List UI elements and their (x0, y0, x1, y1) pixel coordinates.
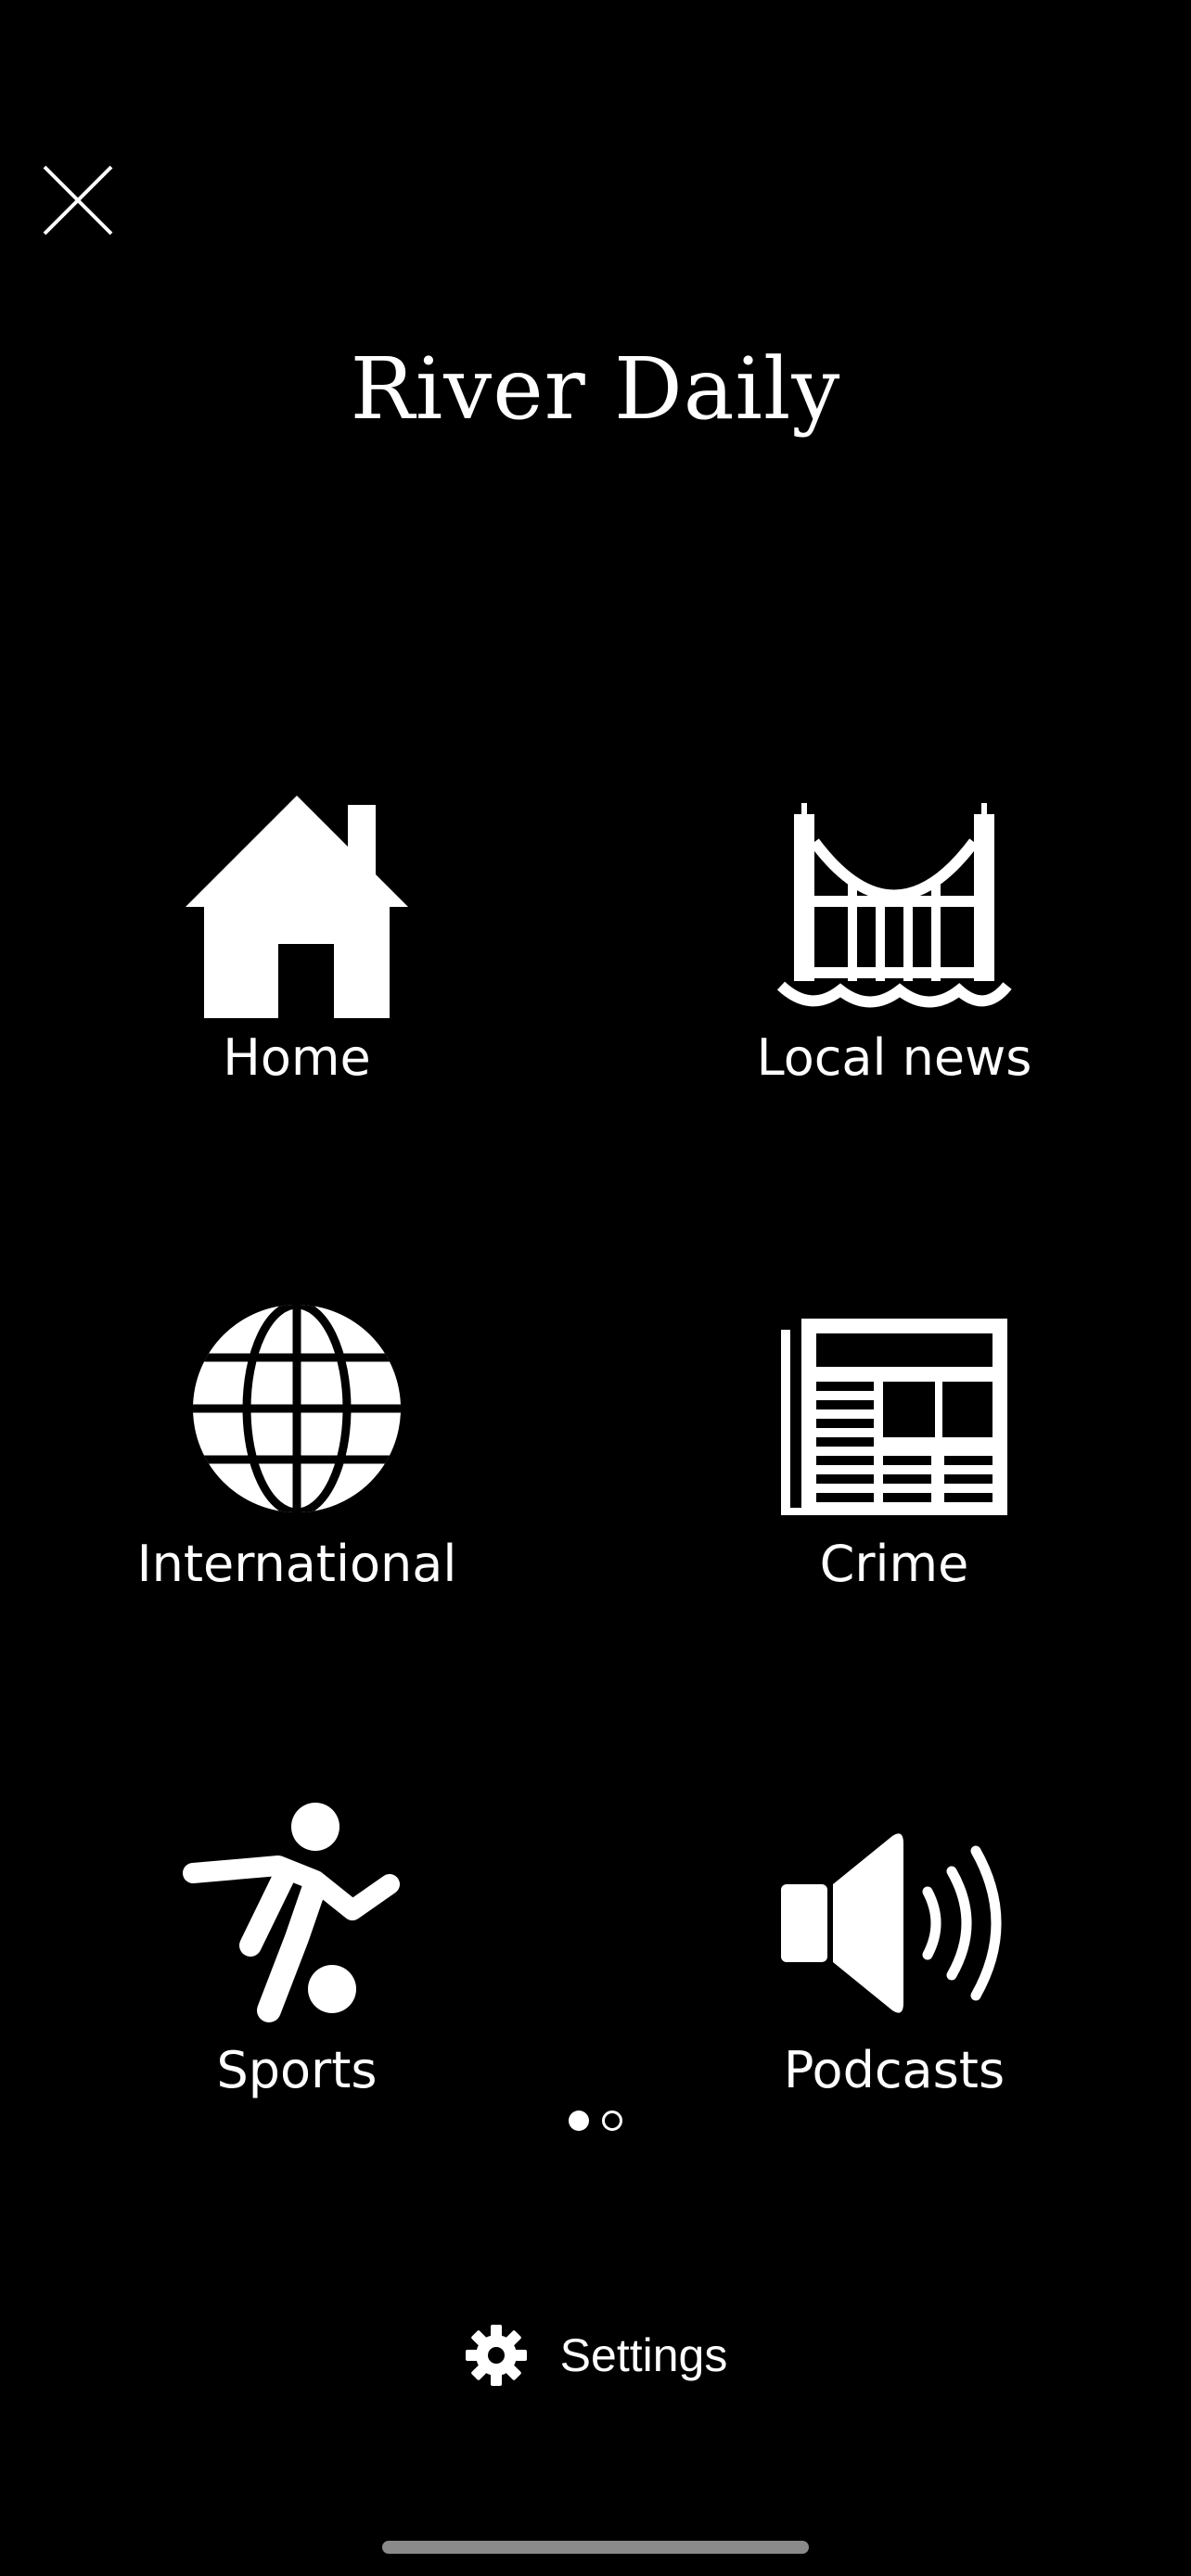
menu-item-label: International (136, 1535, 457, 1593)
bridge-icon (774, 786, 1015, 1018)
page-dot-2[interactable] (602, 2111, 622, 2131)
page-indicator (0, 2111, 1191, 2138)
close-button[interactable] (41, 163, 115, 237)
house-icon (176, 786, 417, 1018)
settings-button[interactable]: Settings (0, 2318, 1191, 2392)
page-dot-1[interactable] (569, 2111, 589, 2131)
speaker-icon (774, 1799, 1015, 2031)
menu-item-label: Home (223, 1028, 371, 1087)
menu-item-label: Crime (819, 1535, 969, 1593)
menu-item-sports[interactable]: Sports (65, 1799, 529, 2133)
newspaper-icon (774, 1293, 1015, 1524)
globe-icon (176, 1293, 417, 1524)
menu-item-label: Sports (216, 2041, 378, 2099)
menu-item-crime[interactable]: Crime (662, 1293, 1126, 1626)
soccer-player-icon (176, 1799, 417, 2031)
app-title: River Daily (350, 339, 841, 439)
menu-item-podcasts[interactable]: Podcasts (662, 1799, 1126, 2133)
close-icon (43, 165, 113, 236)
menu-item-local-news[interactable]: Local news (662, 786, 1126, 1120)
menu-item-home[interactable]: Home (65, 786, 529, 1120)
settings-label: Settings (559, 2329, 728, 2381)
menu-item-international[interactable]: International (65, 1293, 529, 1626)
menu-item-label: Podcasts (783, 2041, 1005, 2099)
menu-item-label: Local news (756, 1028, 1032, 1087)
gear-icon (464, 2323, 529, 2388)
home-indicator[interactable] (382, 2541, 809, 2554)
